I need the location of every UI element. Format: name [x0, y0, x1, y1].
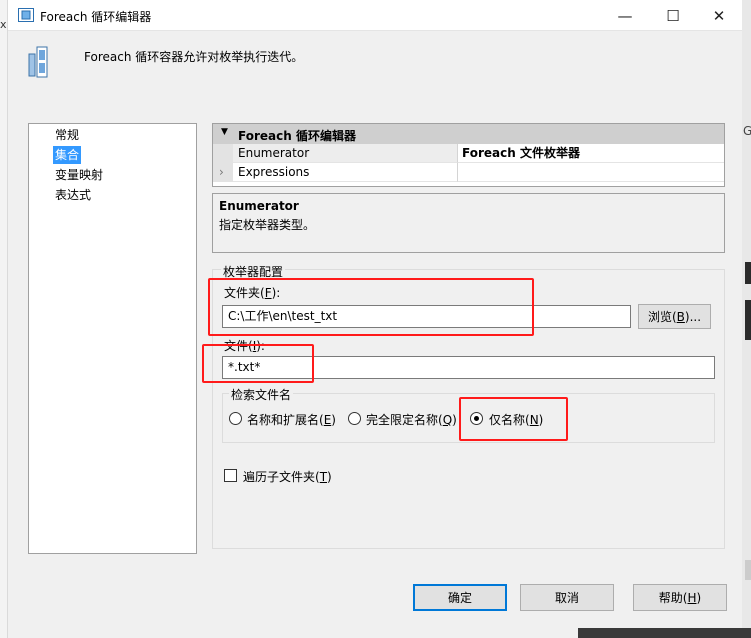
- radio-name-only[interactable]: [470, 412, 483, 425]
- radio-fully-qualified[interactable]: [348, 412, 361, 425]
- maximize-button[interactable]: ☐: [650, 0, 696, 31]
- checkbox-label[interactable]: 遍历子文件夹(T): [243, 468, 332, 485]
- foreach-container-icon: [28, 46, 48, 78]
- background-taskbar: [578, 628, 751, 638]
- files-input[interactable]: *.txt*: [222, 356, 715, 379]
- traverse-subfolders-checkbox[interactable]: [224, 469, 237, 482]
- nav-item-variable-mappings[interactable]: 变量映射: [53, 166, 105, 184]
- help-button[interactable]: 帮助(H): [633, 584, 727, 611]
- folder-label: 文件夹(F):: [224, 286, 281, 300]
- nav-item-expressions[interactable]: 表达式: [53, 186, 93, 204]
- background-text: G: [743, 124, 751, 138]
- navigation-list[interactable]: 常规 集合 变量映射 表达式: [28, 123, 197, 554]
- property-help-panel: Enumerator 指定枚举器类型。: [212, 193, 725, 253]
- help-text: 指定枚举器类型。: [219, 218, 316, 232]
- foreach-loop-icon: [18, 8, 34, 22]
- property-name: Enumerator: [233, 144, 458, 163]
- property-grid[interactable]: ▼ Foreach 循环编辑器 Enumerator Foreach 文件枚举器…: [212, 123, 725, 187]
- help-title: Enumerator: [219, 199, 299, 213]
- close-button[interactable]: ✕: [696, 0, 742, 31]
- ok-button[interactable]: 确定: [413, 584, 507, 611]
- background-window-left: x: [0, 0, 8, 638]
- minimize-button[interactable]: —: [602, 0, 648, 31]
- property-value[interactable]: [458, 163, 724, 182]
- window-title: Foreach 循环编辑器: [40, 10, 152, 24]
- radio-label[interactable]: 名称和扩展名(E): [247, 411, 336, 428]
- radio-label[interactable]: 仅名称(N): [489, 411, 543, 428]
- folder-input[interactable]: C:\工作\en\test_txt: [222, 305, 631, 328]
- dialog-description: Foreach 循环容器允许对枚举执行迭代。: [84, 50, 304, 64]
- property-row-expressions[interactable]: › Expressions: [213, 163, 724, 182]
- collapse-icon[interactable]: ▼: [221, 127, 228, 137]
- group-title: 枚举器配置: [221, 263, 286, 280]
- cancel-button[interactable]: 取消: [520, 584, 614, 611]
- files-label: 文件(I):: [224, 339, 265, 353]
- group-title: 检索文件名: [229, 386, 294, 403]
- background-text: x: [0, 18, 7, 31]
- property-name: Expressions: [233, 163, 458, 182]
- browse-button[interactable]: 浏览(B)...: [638, 304, 711, 329]
- property-value[interactable]: Foreach 文件枚举器: [458, 144, 724, 163]
- title-bar[interactable]: Foreach 循环编辑器 — ☐ ✕: [8, 0, 742, 31]
- property-row-enumerator[interactable]: Enumerator Foreach 文件枚举器: [213, 144, 724, 163]
- nav-item-general[interactable]: 常规: [53, 126, 81, 144]
- radio-label[interactable]: 完全限定名称(Q): [366, 411, 457, 428]
- nav-item-collection[interactable]: 集合: [53, 146, 82, 164]
- background-window-right: G: [742, 0, 751, 638]
- radio-name-and-extension[interactable]: [229, 412, 242, 425]
- expand-icon[interactable]: ›: [219, 165, 224, 179]
- property-category[interactable]: ▼ Foreach 循环编辑器: [213, 124, 724, 144]
